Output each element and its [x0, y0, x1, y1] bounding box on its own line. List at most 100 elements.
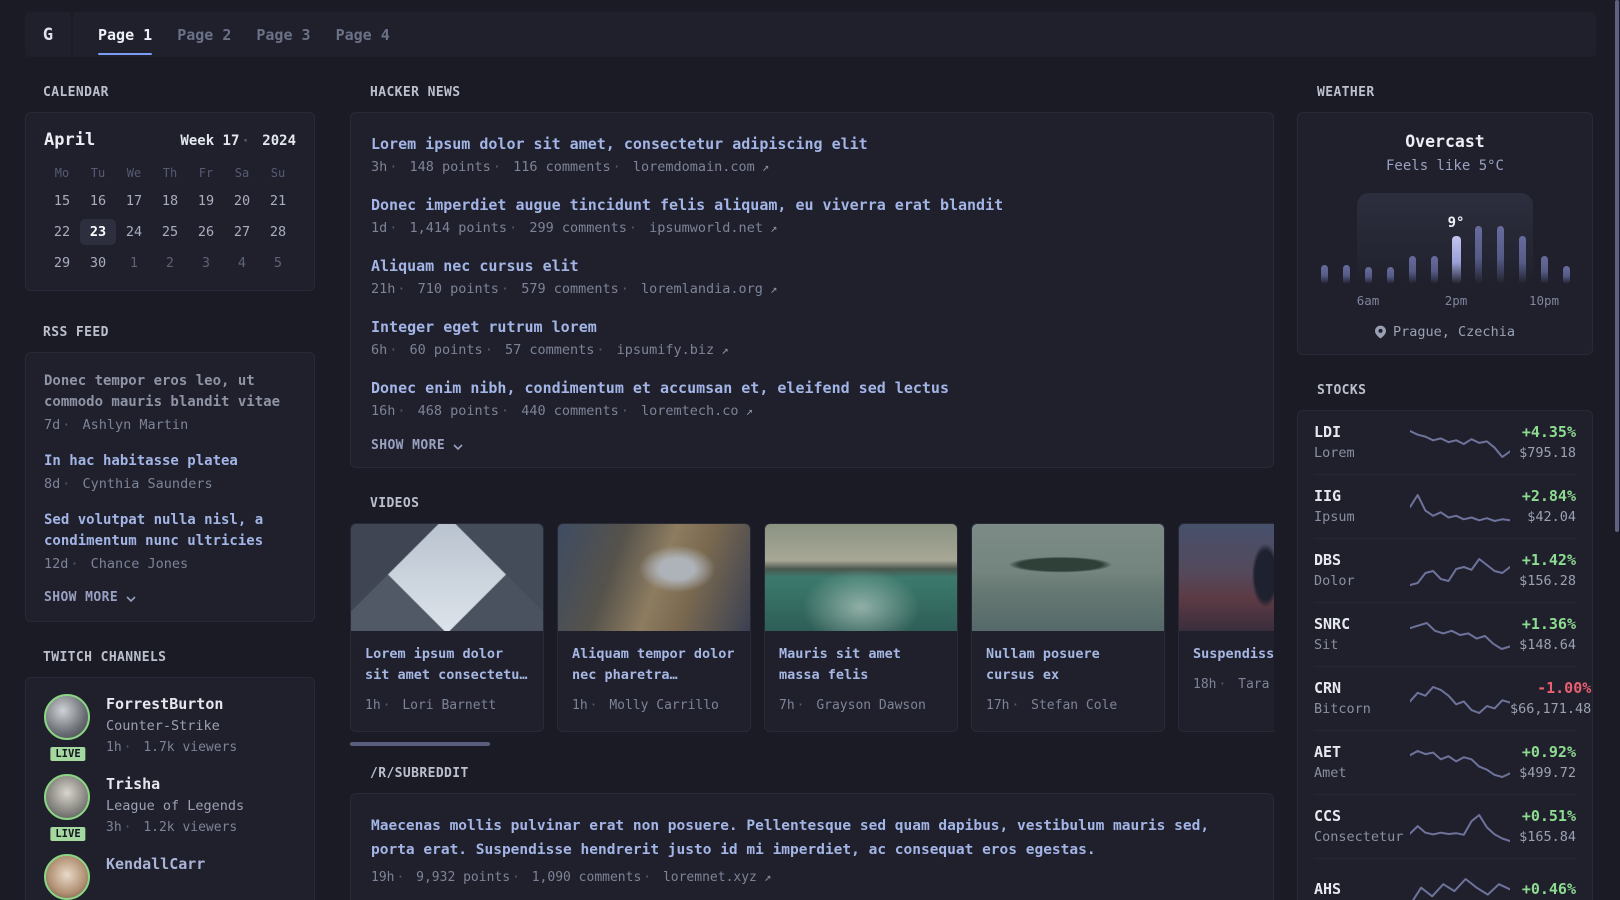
stock-symbol-block: AET Amet — [1314, 743, 1410, 782]
stock-values: +0.46% — [1522, 880, 1576, 900]
weather-hour-bar — [1430, 256, 1438, 284]
weather-hour-slot: 9° — [1445, 192, 1467, 284]
carousel-scrollbar[interactable] — [350, 742, 490, 746]
twitch-channel-info: ForrestBurton Counter-Strike 1h1.7k view… — [106, 694, 237, 757]
hn-item-domain-link[interactable]: loremlandia.org — [619, 281, 778, 297]
hn-item-comments[interactable]: 579 comments — [499, 281, 619, 297]
video-card[interactable]: Mauris sit amet massa felis 7hGrayson Da… — [764, 523, 958, 732]
hn-item-domain-link[interactable]: loremdomain.com — [611, 159, 770, 175]
calendar-day: 4 — [237, 255, 247, 271]
rss-item: Sed volutpat nulla nisl, a condimentum n… — [44, 510, 296, 575]
hn-item-title[interactable]: Donec imperdiet augue tincidunt felis al… — [371, 196, 1003, 214]
twitch-channel-row[interactable]: KendallCarr — [44, 854, 296, 900]
weather-condition: Overcast — [1405, 132, 1485, 151]
hn-item-meta: 1d1,414 points299 commentsipsumworld.net — [371, 218, 1253, 239]
stock-row[interactable]: IIG Ipsum +2.84% $42.04 — [1314, 474, 1576, 538]
weather-location[interactable]: Prague, Czechia — [1298, 324, 1592, 340]
hn-item-meta: 21h710 points579 commentsloremlandia.org — [371, 279, 1253, 300]
video-thumbnail — [765, 524, 957, 631]
hn-item-comments[interactable]: 299 comments — [507, 220, 627, 236]
reddit-post-meta: 19h9,932 points1,090 commentsloremnet.xy… — [371, 867, 1253, 888]
weather-hour-bar: 9° — [1448, 215, 1464, 284]
calendar-day: 20 — [233, 193, 251, 209]
hn-item-comments[interactable]: 440 comments — [499, 403, 619, 419]
hn-show-more-button[interactable]: SHOW MORE — [371, 438, 1253, 453]
stock-row[interactable]: LDI Lorem +4.35% $795.18 — [1314, 411, 1576, 474]
hn-item-domain-link[interactable]: loremtech.co — [619, 403, 753, 419]
hn-item-title[interactable]: Donec enim nibh, condimentum et accumsan… — [371, 379, 949, 397]
stock-row[interactable]: CCS Consectetur +0.51% $165.84 — [1314, 794, 1576, 858]
twitch-channel-row[interactable]: LIVE ForrestBurton Counter-Strike 1h1.7k… — [44, 694, 296, 763]
hn-item-comments[interactable]: 116 comments — [491, 159, 611, 175]
stock-symbol: DBS — [1314, 551, 1342, 569]
rss-item-author: Cynthia Saunders — [60, 476, 212, 492]
hn-item-points: 1,414 points — [387, 220, 507, 236]
rss-item-age: 12d — [44, 556, 69, 572]
stock-row[interactable]: SNRC Sit +1.36% $148.64 — [1314, 602, 1576, 666]
rss-feed-widget: Donec tempor eros leo, ut commodo mauris… — [25, 352, 315, 622]
calendar-day: 26 — [197, 224, 215, 240]
nav-tab[interactable]: Page 1 — [98, 12, 153, 57]
section-header-subreddit: /R/SUBREDDIT — [370, 766, 469, 781]
hacker-news-widget: Lorem ipsum dolor sit amet, consectetur … — [350, 112, 1274, 468]
video-author: Grayson Dawson — [795, 698, 926, 713]
weather-hour-bar — [1408, 256, 1416, 284]
hn-item-meta: 16h468 points440 commentsloremtech.co — [371, 401, 1253, 422]
hn-item-comments[interactable]: 57 comments — [483, 342, 595, 358]
rss-item-title[interactable]: In hac habitasse platea — [44, 451, 296, 472]
twitch-channel-row[interactable]: LIVE Trisha League of Legends 3h1.2k vie… — [44, 774, 296, 843]
calendar-day: 16 — [89, 193, 107, 209]
video-card-body: Mauris sit amet massa felis 7hGrayson Da… — [765, 631, 957, 731]
rss-item-author: Chance Jones — [68, 556, 188, 572]
nav-tab[interactable]: Page 3 — [256, 12, 310, 57]
calendar-day: 22 — [53, 224, 71, 240]
stock-row[interactable]: CRN Bitcorn -1.00% $66,171.48 — [1314, 666, 1591, 730]
app-logo[interactable]: G — [25, 12, 71, 57]
hn-item-title[interactable]: Aliquam nec cursus elit — [371, 257, 579, 275]
weather-time-label: 10pm — [1528, 293, 1560, 308]
hn-item-title[interactable]: Integer eget rutrum lorem — [371, 318, 597, 336]
section-header-hackernews: HACKER NEWS — [370, 85, 461, 100]
weather-hour-bar — [1496, 226, 1504, 284]
rss-item-title[interactable]: Sed volutpat nulla nisl, a condimentum n… — [44, 510, 296, 552]
video-age: 1h — [572, 698, 588, 713]
stock-row[interactable]: DBS Dolor +1.42% $156.28 — [1314, 538, 1576, 602]
hn-item-domain-link[interactable]: ipsumify.biz — [594, 342, 728, 358]
hn-item-title[interactable]: Lorem ipsum dolor sit amet, consectetur … — [371, 135, 868, 153]
live-badge: LIVE — [48, 825, 88, 843]
video-card[interactable]: Suspendisse diam 18hTara — [1178, 523, 1274, 732]
stock-row[interactable]: AET Amet +0.92% $499.72 — [1314, 730, 1576, 794]
stock-values: +0.51% $165.84 — [1519, 807, 1576, 846]
nav-tab[interactable]: Page 4 — [336, 12, 390, 57]
stock-sparkline — [1410, 874, 1510, 900]
video-title: Lorem ipsum dolor sit amet consectetu… — [365, 646, 528, 683]
weather-hour-bar — [1364, 267, 1372, 284]
reddit-post-comments[interactable]: 1,090 comments — [510, 870, 641, 885]
section-header-calendar: CALENDAR — [43, 85, 109, 100]
hn-item: Integer eget rutrum lorem 6h60 points57 … — [371, 316, 1253, 361]
video-card[interactable]: Lorem ipsum dolor sit amet consectetu… 1… — [350, 523, 544, 732]
nav-tab[interactable]: Page 2 — [177, 12, 231, 57]
calendar-day: 5 — [273, 255, 283, 271]
reddit-post-domain-link[interactable]: loremnet.xyz — [641, 870, 771, 885]
video-card[interactable]: Aliquam tempor dolor nec pharetra… 1hMol… — [557, 523, 751, 732]
stock-name: Dolor — [1314, 573, 1355, 589]
section-header-stocks: STOCKS — [1317, 383, 1367, 398]
hn-item-points: 468 points — [395, 403, 499, 419]
video-thumbnail — [972, 524, 1164, 631]
reddit-post-title[interactable]: Maecenas mollis pulvinar erat non posuer… — [371, 818, 1209, 858]
hn-item-domain-link[interactable]: ipsumworld.net — [627, 220, 778, 236]
weather-hour-slot — [1357, 192, 1379, 284]
twitch-channel-category: Counter-Strike — [106, 718, 220, 734]
stock-row[interactable]: AHS +0.46% — [1314, 858, 1576, 900]
reddit-post-points: 9,932 points — [394, 870, 510, 885]
hn-item-age: 3h — [371, 159, 388, 175]
stock-change: +0.92% — [1521, 743, 1576, 761]
page-scrollbar[interactable] — [1615, 0, 1619, 532]
video-card[interactable]: Nullam posuere cursus ex 17hStefan Cole — [971, 523, 1165, 732]
rss-item-title[interactable]: Donec tempor eros leo, ut commodo mauris… — [44, 371, 296, 413]
twitch-uptime: 3h — [106, 820, 122, 835]
video-age: 7h — [779, 698, 795, 713]
rss-show-more-button[interactable]: SHOW MORE — [44, 590, 296, 605]
weather-time-label: 6am — [1356, 293, 1380, 308]
